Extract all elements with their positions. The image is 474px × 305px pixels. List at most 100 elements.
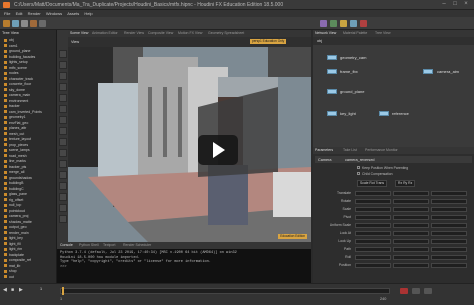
param-field[interactable] <box>393 222 429 228</box>
tree-item[interactable]: mtfx_scene <box>0 66 57 71</box>
tree-item[interactable]: light_fill <box>0 242 57 247</box>
play-forward-icon[interactable]: ▶ <box>19 287 23 293</box>
timeline-bar[interactable] <box>60 288 390 294</box>
keys-icon[interactable] <box>412 288 420 294</box>
network-node[interactable] <box>327 89 337 94</box>
tab-motion-fx-view[interactable]: Motion FX View <box>178 31 202 35</box>
viewport-tool-icon[interactable] <box>58 72 67 80</box>
param-field[interactable] <box>431 214 467 220</box>
tree-item[interactable]: planes_attr <box>0 126 57 131</box>
tree-item[interactable]: envFlat_geo <box>0 121 57 126</box>
tree-item[interactable]: camera_main <box>0 93 57 98</box>
tree-item[interactable]: shop <box>0 269 57 274</box>
viewport-tool-icon[interactable] <box>58 116 67 124</box>
network-node[interactable] <box>327 69 337 74</box>
minimize-icon[interactable]: – <box>440 1 448 8</box>
timeline-cursor[interactable] <box>62 287 64 295</box>
param-field[interactable] <box>355 214 391 220</box>
network-node[interactable] <box>379 111 389 116</box>
shelf-tool-icon[interactable] <box>39 20 46 27</box>
network-node[interactable] <box>327 111 337 116</box>
param-field[interactable] <box>431 254 467 260</box>
viewport-tool-icon[interactable] <box>58 61 67 69</box>
tree-item[interactable]: concrete_floor <box>0 82 57 87</box>
tree-item[interactable]: sky_dome <box>0 88 57 93</box>
tab-textport[interactable]: Textport <box>103 243 115 247</box>
tree-item[interactable]: output_geo <box>0 225 57 230</box>
tree-item[interactable]: backplate <box>0 253 57 258</box>
shelf-tool-icon[interactable] <box>3 20 10 27</box>
param-field[interactable] <box>355 262 391 268</box>
param-field[interactable] <box>393 198 429 204</box>
tree-item[interactable]: nodes <box>0 71 57 76</box>
viewport-tool-icon[interactable] <box>58 182 67 190</box>
tab-material-palette[interactable]: Material Palette <box>343 31 367 35</box>
tab-scene-view[interactable]: Scene View <box>70 31 88 35</box>
viewport-tool-icon[interactable] <box>58 94 67 102</box>
viewport-tool-icon[interactable] <box>58 105 67 113</box>
tab-composite-view[interactable]: Composite View <box>148 31 173 35</box>
tree-item[interactable]: buildingB <box>0 181 57 186</box>
param-field[interactable] <box>431 222 467 228</box>
param-field[interactable] <box>355 254 391 260</box>
tree-item[interactable]: tracker <box>0 104 57 109</box>
viewport-tool-icon[interactable] <box>58 138 67 146</box>
param-field[interactable] <box>431 198 467 204</box>
menu-render[interactable]: Render <box>28 10 41 17</box>
viewport-tool-icon[interactable] <box>58 149 67 157</box>
tab-performance-monitor[interactable]: Performance Monitor <box>365 148 398 152</box>
shelf-tool-icon[interactable] <box>340 20 347 27</box>
transform-order-select[interactable]: Scale Rot Trans <box>357 180 388 187</box>
menu-edit[interactable]: Edit <box>16 10 23 17</box>
param-field[interactable] <box>431 262 467 268</box>
param-field[interactable] <box>393 190 429 196</box>
close-icon[interactable]: × <box>462 1 470 8</box>
tree-item[interactable]: road_mesh <box>0 154 57 159</box>
param-field[interactable] <box>393 230 429 236</box>
param-field[interactable] <box>431 190 467 196</box>
viewport-tool-icon[interactable] <box>58 83 67 91</box>
menu-windows[interactable]: Windows <box>46 10 62 17</box>
param-field[interactable] <box>355 230 391 236</box>
tree-item[interactable]: ground_plane <box>0 49 57 54</box>
timeline-start[interactable]: 1 <box>60 297 62 301</box>
tab-network-view[interactable]: Network View <box>315 31 336 35</box>
scene-viewport[interactable]: Education Edition <box>68 47 311 242</box>
tree-item[interactable]: line_marks <box>0 159 57 164</box>
network-node[interactable] <box>423 69 433 74</box>
tree-item[interactable]: cam_Inverted_Points <box>0 110 57 115</box>
param-field[interactable] <box>355 238 391 244</box>
viewport-tool-icon[interactable] <box>58 127 67 135</box>
shelf-tool-icon[interactable] <box>320 20 327 27</box>
shelf-tool-icon[interactable] <box>12 20 19 27</box>
tree-item[interactable]: camera_proj <box>0 214 57 219</box>
play-back-icon[interactable]: ◀ <box>3 287 7 293</box>
tree-item[interactable]: light_rim <box>0 247 57 252</box>
tree-item[interactable]: building_facades <box>0 55 57 60</box>
realtime-icon[interactable] <box>424 288 432 294</box>
viewport-tool-icon[interactable] <box>58 193 67 201</box>
tree-item[interactable]: groundshadow <box>0 176 57 181</box>
tree-item[interactable]: pointcloud <box>0 209 57 214</box>
tree-item[interactable]: scene_lamps <box>0 148 57 153</box>
param-field[interactable] <box>393 238 429 244</box>
param-field[interactable] <box>431 206 467 212</box>
tree-item[interactable]: shadow_matte <box>0 220 57 225</box>
param-field[interactable] <box>355 222 391 228</box>
tree-item[interactable]: mat_lib <box>0 264 57 269</box>
tree-item[interactable]: merge_all <box>0 170 57 175</box>
checkbox-keep-position[interactable]: Keep Position When Parenting <box>357 166 408 170</box>
tab-parameters[interactable]: Parameters <box>315 148 333 152</box>
tab-render-view[interactable]: Render View <box>124 31 144 35</box>
menu-assets[interactable]: Assets <box>67 10 79 17</box>
shelf-tool-icon[interactable] <box>30 20 37 27</box>
tab-take-list[interactable]: Take List <box>343 148 357 152</box>
node-name-field[interactable]: camera_reversed <box>345 158 375 162</box>
tree-tab[interactable]: Tree View <box>2 31 19 35</box>
rotate-order-select[interactable]: Rx Ry Rz <box>395 180 416 187</box>
play-overlay[interactable] <box>198 135 238 165</box>
tab-tree-view-net[interactable]: Tree View <box>375 31 391 35</box>
tree-item[interactable]: composite_ref <box>0 258 57 263</box>
viewport-tool-icon[interactable] <box>58 204 67 212</box>
timeline-end[interactable]: 240 <box>380 297 386 301</box>
